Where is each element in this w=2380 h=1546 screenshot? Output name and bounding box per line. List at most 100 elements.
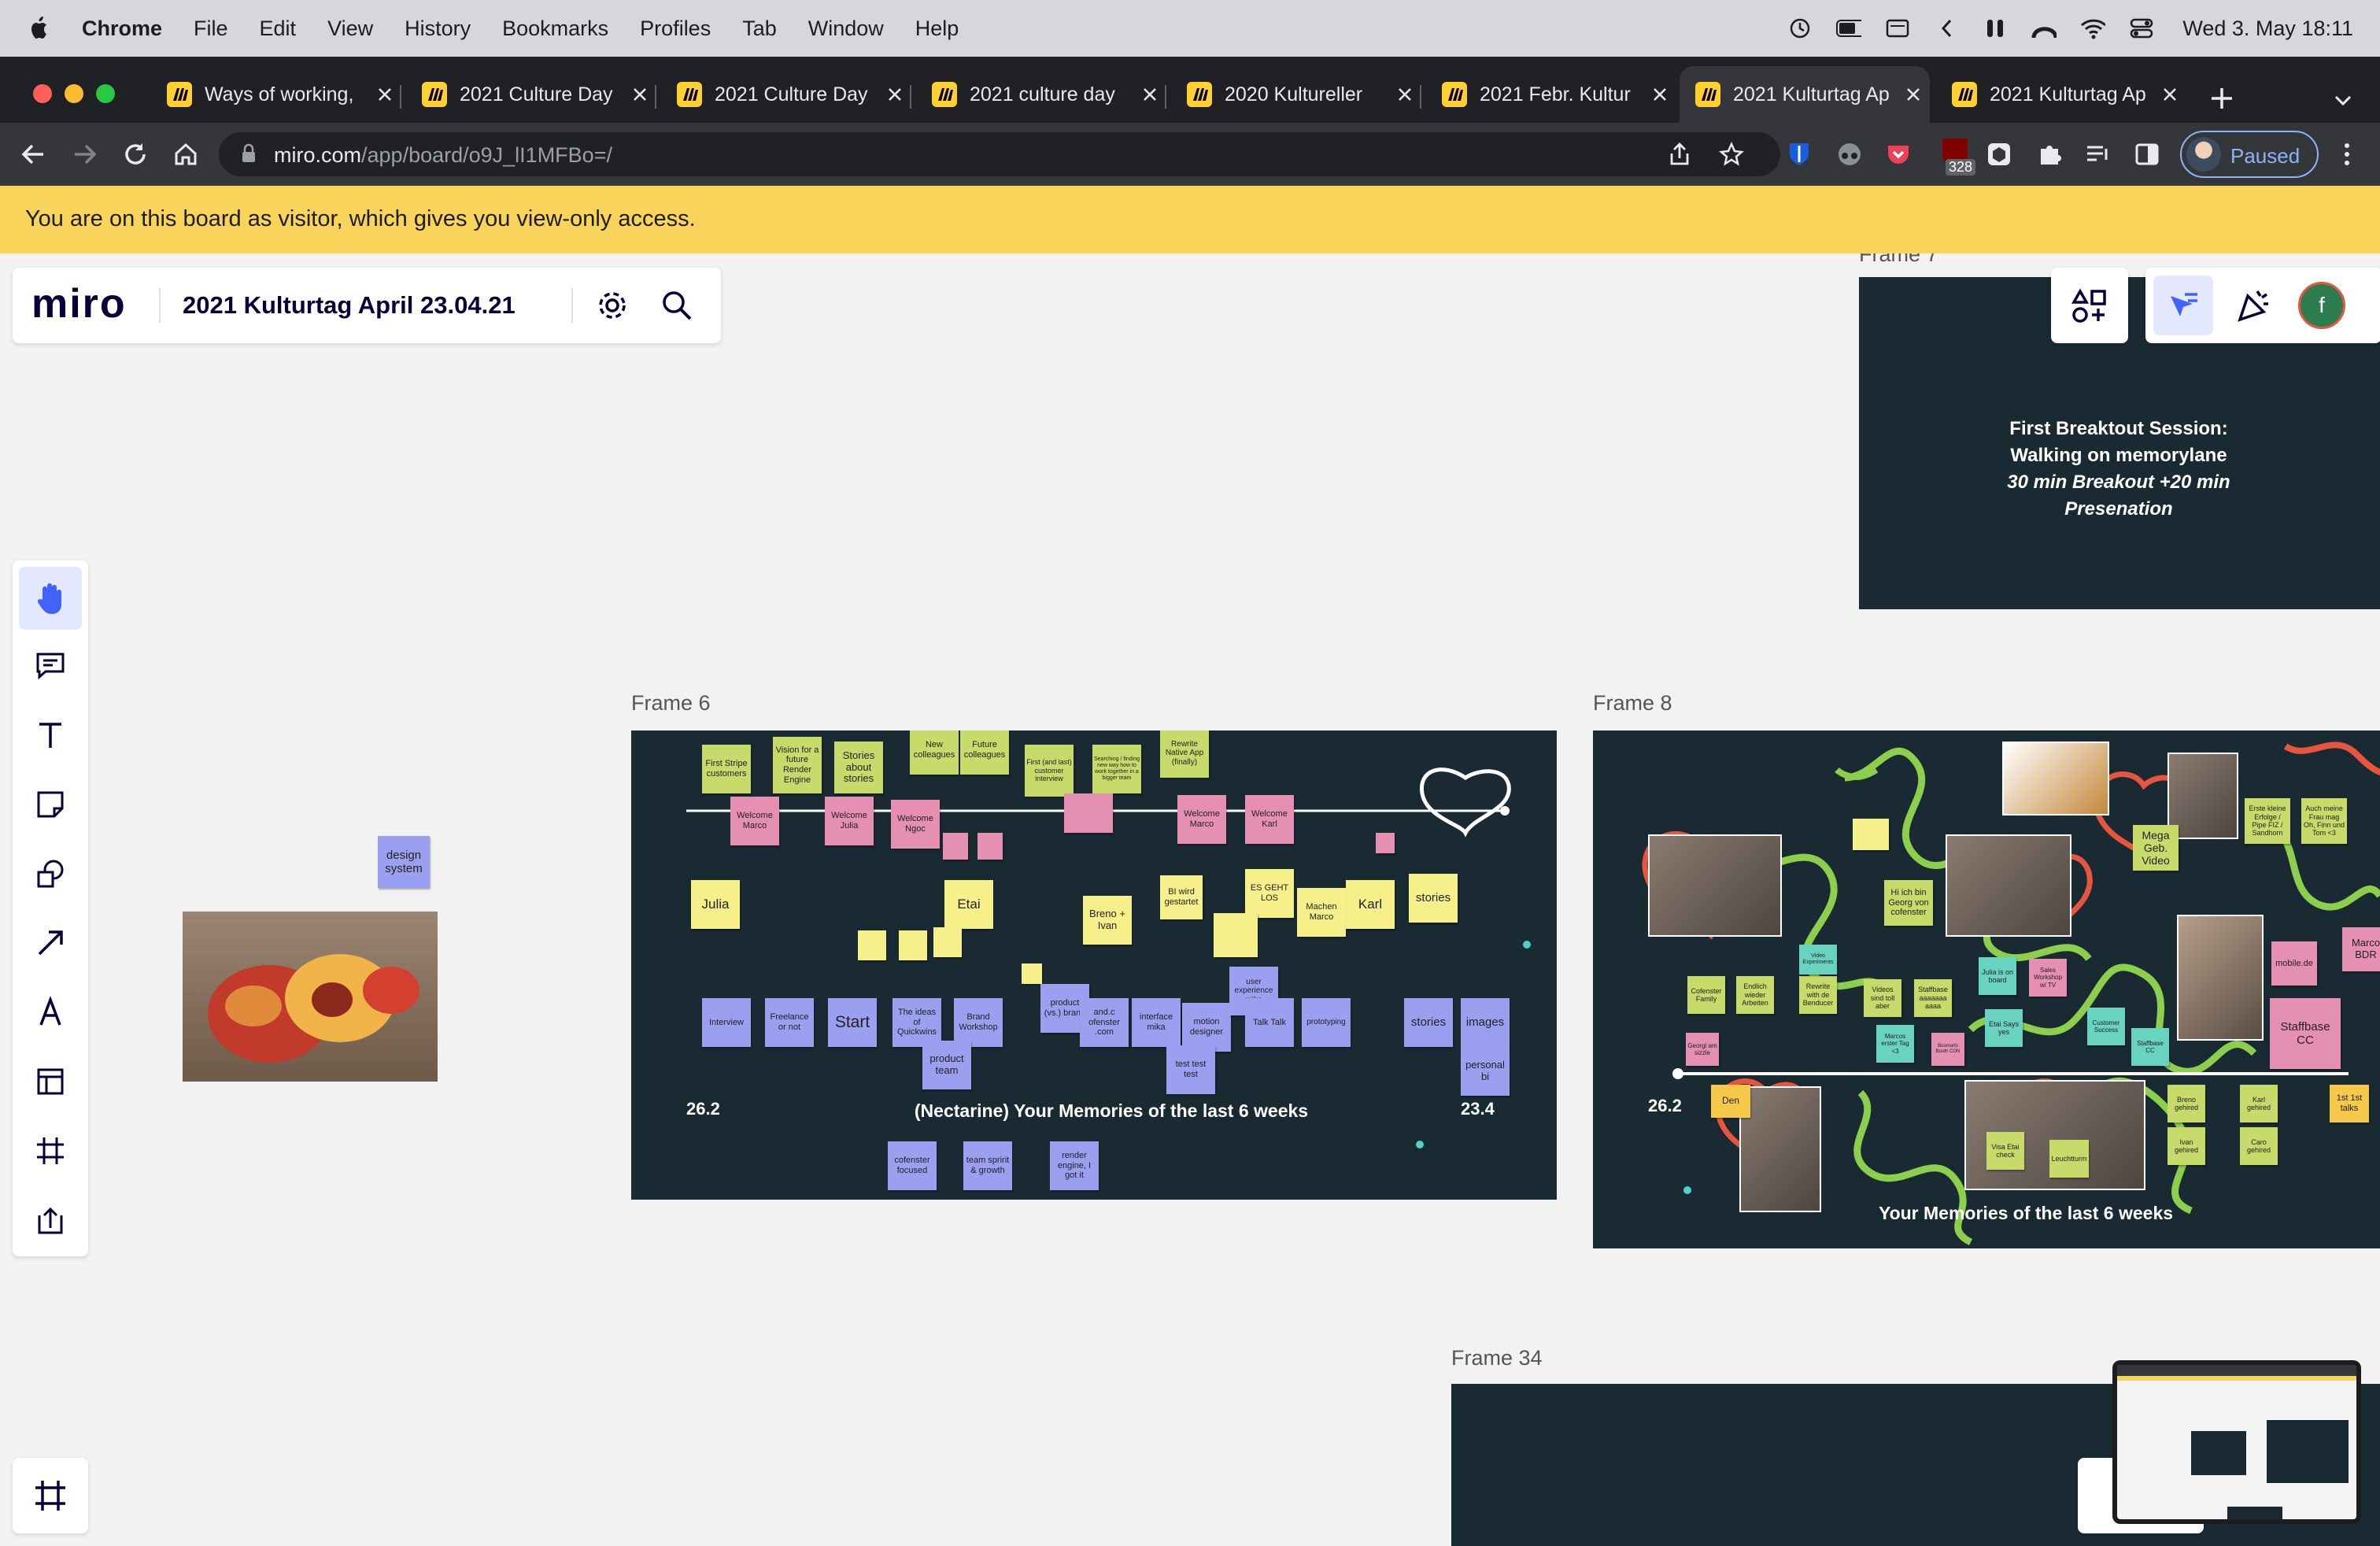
sticky-note[interactable]: Marco BDR xyxy=(2342,927,2380,971)
chrome-menu-icon[interactable] xyxy=(2331,139,2363,170)
close-tab-icon[interactable] xyxy=(1650,84,1670,105)
sticky-note[interactable]: Breno gehired xyxy=(2168,1085,2205,1123)
sticky-note[interactable]: Talk Talk xyxy=(1245,998,1294,1047)
menu-history[interactable]: History xyxy=(405,17,471,41)
sticky-note[interactable]: Georgi am sizzle xyxy=(1686,1033,1719,1066)
browser-tab[interactable]: 2021 Kulturtag Ap xyxy=(1936,66,2183,123)
browser-tab[interactable]: 2020 Kultureller xyxy=(1171,66,1418,123)
sticky-note[interactable]: Staffbase aaaaaaa aaaa xyxy=(1914,979,1952,1017)
menu-file[interactable]: File xyxy=(194,17,228,41)
menu-window[interactable]: Window xyxy=(808,17,884,41)
sticky-note[interactable]: team spririt & growth xyxy=(963,1141,1012,1190)
sticky-note[interactable]: Ivan gehired xyxy=(2168,1127,2205,1165)
close-tab-icon[interactable] xyxy=(885,84,905,105)
sticky-note[interactable]: Etai xyxy=(944,880,993,929)
browser-tab[interactable]: Ways of working, xyxy=(151,66,398,123)
sticky-note[interactable]: Caro gehired xyxy=(2240,1127,2278,1165)
text-tool-button[interactable] xyxy=(19,704,82,767)
photo[interactable] xyxy=(1739,1086,1821,1212)
sticky-note[interactable] xyxy=(933,927,962,957)
sticky-note[interactable]: Marcos erster Tag <3 xyxy=(1876,1025,1914,1063)
frame-8[interactable]: Mega Geb. Video Erste kleine Erfolge / P… xyxy=(1593,730,2380,1248)
miro-logo[interactable]: miro xyxy=(31,280,127,327)
cursor-button[interactable] xyxy=(2153,276,2213,335)
bookmark-star-icon[interactable] xyxy=(1719,141,1744,167)
menu-app-name[interactable]: Chrome xyxy=(82,17,162,41)
frame-6[interactable]: First Stripe customers Vision for a futu… xyxy=(631,730,1557,1200)
wifi-icon[interactable] xyxy=(2080,16,2106,41)
sticky-note[interactable]: cofenster focused xyxy=(888,1141,937,1190)
sticky-note[interactable]: Etai Says yes xyxy=(1985,1009,2023,1047)
sticky-note[interactable]: Endlich wieder Arbeiten xyxy=(1736,976,1774,1014)
sticky-note[interactable]: Videos sind toll aber xyxy=(1864,979,1901,1017)
sticky-note[interactable]: Breno + Ivan xyxy=(1083,896,1132,945)
templates-tool-button[interactable] xyxy=(19,1050,82,1113)
close-tab-icon[interactable] xyxy=(375,84,395,105)
sticky-note[interactable]: stories xyxy=(1409,874,1458,923)
close-tab-icon[interactable] xyxy=(1903,84,1924,105)
sticky-note[interactable]: Visa Etai check xyxy=(1986,1132,2024,1170)
design-system-sticky[interactable]: design system xyxy=(378,836,430,888)
sticky-note[interactable]: Searching / finding new way how to work … xyxy=(1092,745,1141,793)
sticky-note[interactable]: test test test xyxy=(1166,1045,1215,1094)
lock-icon[interactable] xyxy=(241,143,257,164)
sticky-note[interactable]: product team xyxy=(922,1041,971,1089)
upload-tool-button[interactable] xyxy=(19,1189,82,1252)
browser-tab[interactable]: 2021 Culture Day xyxy=(661,66,908,123)
home-icon[interactable] xyxy=(170,139,201,170)
back-icon[interactable] xyxy=(17,139,49,170)
close-tab-icon[interactable] xyxy=(1395,84,1415,105)
pocket-extension-icon[interactable] xyxy=(1883,139,1914,170)
board-title[interactable]: 2021 Kulturtag April 23.04.21 xyxy=(183,291,516,320)
pen-tool-button[interactable] xyxy=(19,981,82,1044)
sticky-note[interactable]: Machen Marco xyxy=(1297,888,1346,937)
sticky-note[interactable] xyxy=(1853,819,1889,850)
shapes-tool-button[interactable] xyxy=(19,842,82,905)
sticky-note[interactable]: render engine, I got it xyxy=(1050,1141,1099,1190)
minimap[interactable] xyxy=(2112,1360,2361,1524)
user-avatar[interactable]: f xyxy=(2298,282,2345,329)
sticky-note[interactable] xyxy=(1214,913,1258,957)
sticky-note[interactable]: images xyxy=(1461,998,1510,1047)
window-minimize-button[interactable] xyxy=(65,84,83,103)
new-tab-icon[interactable] xyxy=(2208,85,2235,112)
tab-search-chevron-icon[interactable] xyxy=(2333,90,2353,110)
sticky-note[interactable]: interface mika xyxy=(1132,998,1181,1047)
sticky-note[interactable]: Karl xyxy=(1346,880,1395,929)
sticky-note[interactable]: Auch meine Frau mag Oh, Finn und Tom <3 xyxy=(2301,798,2347,844)
sticky-note[interactable]: Leuchtturm xyxy=(2049,1140,2089,1178)
menu-view[interactable]: View xyxy=(327,17,373,41)
reload-icon[interactable] xyxy=(120,139,151,170)
arc-icon[interactable] xyxy=(2031,16,2057,41)
browser-tab[interactable]: 2021 culture day xyxy=(916,66,1163,123)
sticky-note[interactable]: Brand Workshop xyxy=(954,998,1003,1047)
airpods-icon[interactable] xyxy=(1983,16,2008,41)
menu-edit[interactable]: Edit xyxy=(260,17,297,41)
sticky-note[interactable] xyxy=(978,833,1003,860)
sticky-note[interactable]: and.c ofenster .com xyxy=(1080,998,1129,1047)
frame-7-label[interactable]: Frame 7 xyxy=(1859,253,1938,267)
close-tab-icon[interactable] xyxy=(630,84,650,105)
sticky-note[interactable]: Den xyxy=(1711,1085,1750,1118)
connector-tool-button[interactable] xyxy=(19,912,82,975)
sticky-note[interactable]: ES GEHT LOS xyxy=(1245,869,1294,918)
sticky-note[interactable]: Mega Geb. Video xyxy=(2133,825,2179,871)
sticky-note[interactable]: First Stripe customers xyxy=(702,745,751,793)
sticky-note[interactable]: Staffbase CC xyxy=(2270,998,2341,1069)
party-icon[interactable] xyxy=(2235,287,2273,324)
sticky-note[interactable]: prototyping xyxy=(1302,998,1351,1047)
apps-icon[interactable] xyxy=(2071,288,2108,324)
forward-icon[interactable] xyxy=(69,139,101,170)
sticky-note[interactable]: Video Experiments xyxy=(1799,945,1837,975)
sticky-note[interactable]: Start xyxy=(828,998,877,1047)
sticky-note[interactable]: Rewrite Native App (finally) xyxy=(1160,730,1209,778)
incognito-extension-icon[interactable] xyxy=(1834,139,1865,170)
sticky-note[interactable]: Future colleagues xyxy=(960,730,1009,775)
hand-tool-button[interactable] xyxy=(19,567,82,630)
sticky-note[interactable]: Julia xyxy=(691,880,740,929)
sticky-note[interactable] xyxy=(899,930,927,960)
chevron-left-icon[interactable] xyxy=(1934,16,1959,41)
sticky-note[interactable]: Welcome Marco xyxy=(1177,795,1226,844)
frame-tool-button[interactable] xyxy=(19,1119,82,1182)
frame-34-label[interactable]: Frame 34 xyxy=(1451,1346,1543,1370)
